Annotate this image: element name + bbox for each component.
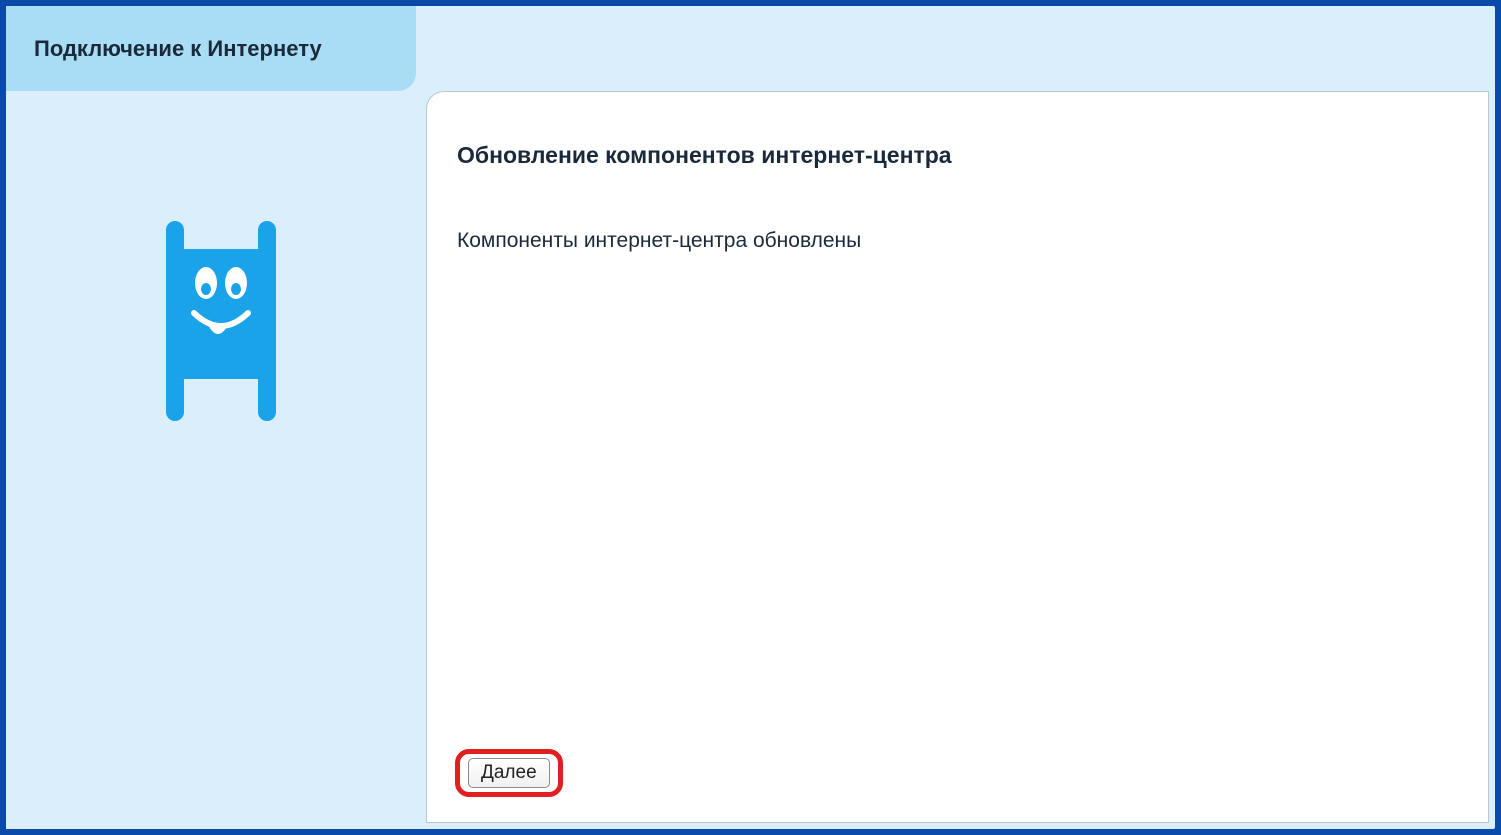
- mascot-icon: [156, 221, 286, 421]
- next-button[interactable]: Далее: [468, 758, 550, 788]
- main-panel: Обновление компонентов интернет-центра К…: [426, 91, 1489, 823]
- highlight-ring: Далее: [455, 749, 563, 797]
- tab-internet-connection[interactable]: Подключение к Интернету: [6, 6, 416, 91]
- window-body: Подключение к Интернету: [6, 6, 1495, 829]
- tab-label: Подключение к Интернету: [34, 36, 322, 62]
- sidebar: [6, 91, 426, 829]
- window-frame: Подключение к Интернету: [0, 0, 1501, 835]
- button-area: Далее: [455, 749, 563, 797]
- page-heading: Обновление компонентов интернет-центра: [457, 142, 1458, 169]
- status-text: Компоненты интернет-центра обновлены: [457, 229, 1458, 253]
